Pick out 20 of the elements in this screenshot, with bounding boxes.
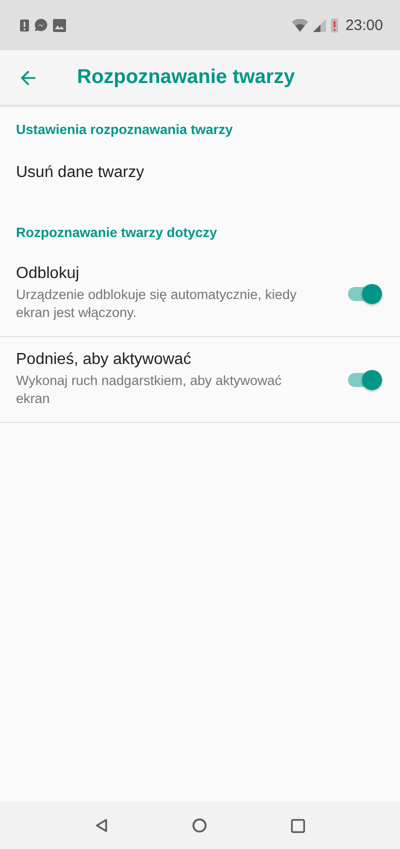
- setting-title: Podnieś, aby aktywować: [16, 351, 192, 369]
- alert-icon: [20, 18, 29, 32]
- chat-bubble-icon: [34, 18, 48, 32]
- battery-alert-icon: [331, 18, 338, 32]
- settings-item[interactable]: Usuń dane twarzy: [0, 150, 400, 208]
- section-header: Ustawienia rozpoznawania twarzy: [15, 121, 234, 139]
- setting-summary: Wykonaj ruch nadgarstkiem, aby aktywować ekran: [16, 372, 282, 408]
- recents-nav-icon[interactable]: [291, 818, 305, 832]
- toggle-switch[interactable]: [346, 368, 382, 390]
- setting-summary: Urządzenie odblokuje się automatycznie, kiedy ekran jest włączony.: [16, 286, 298, 322]
- home-nav-icon[interactable]: [192, 818, 207, 833]
- setting-title: Odblokuj: [16, 265, 80, 283]
- back-nav-icon[interactable]: [95, 818, 108, 833]
- toggle-switch[interactable]: [346, 282, 382, 304]
- image-icon: [53, 18, 66, 32]
- clock-time: 23:00: [345, 16, 383, 34]
- screen-title: Rozpoznawanie twarzy: [77, 66, 295, 89]
- section-header: Rozpoznawanie twarzy dotyczy: [15, 224, 218, 242]
- wifi-icon: [292, 18, 308, 32]
- signal-icon: [313, 18, 326, 32]
